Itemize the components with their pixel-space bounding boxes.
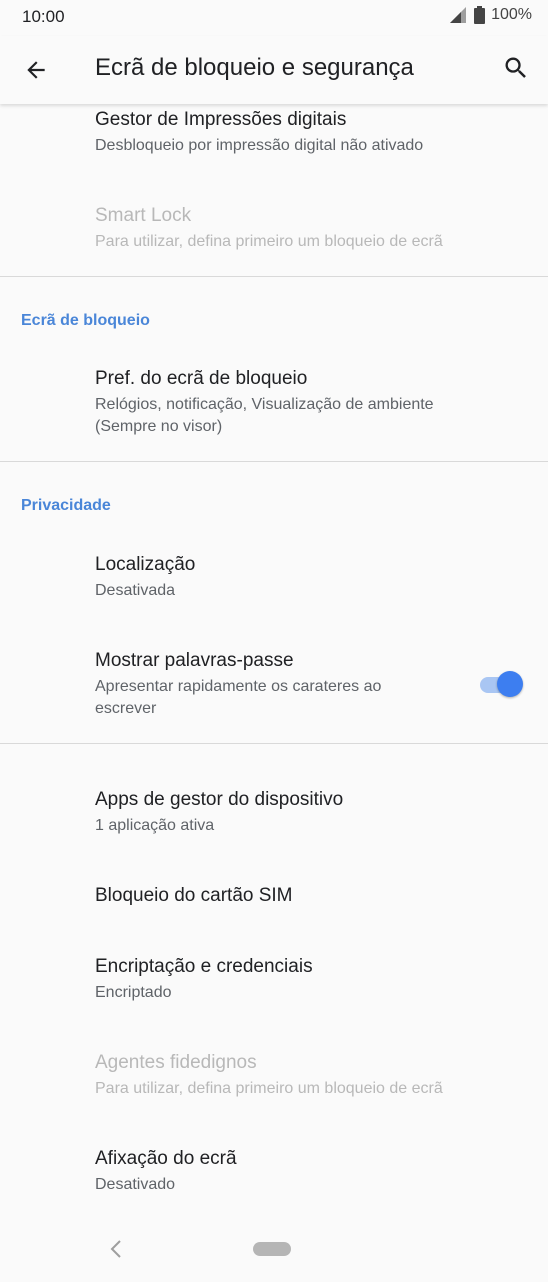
item-subtitle: Encriptado (95, 984, 172, 1001)
arrow-back-icon (27, 61, 45, 79)
section-header-lock-screen: Ecrã de bloqueio (21, 312, 150, 329)
item-subtitle: Apresentar rapidamente os carateres ao e… (95, 676, 465, 720)
item-subtitle: Para utilizar, defina primeiro um bloque… (95, 233, 443, 250)
divider (0, 461, 548, 462)
item-subtitle: Para utilizar, defina primeiro um bloque… (95, 1080, 443, 1097)
item-title: Agentes fidedignos (95, 1052, 257, 1073)
item-title: Gestor de Impressões digitais (95, 109, 347, 130)
nav-home-pill[interactable] (253, 1242, 291, 1256)
sim-card-lock-item[interactable]: Bloqueio do cartão SIM (95, 884, 515, 908)
item-subtitle: 1 aplicação ativa (95, 817, 215, 834)
item-subtitle-line2: escrever (95, 700, 157, 717)
item-subtitle: Desativado (95, 1176, 176, 1193)
show-passwords-item[interactable]: Mostrar palavras-passe Apresentar rapida… (95, 649, 465, 720)
nav-back-icon[interactable] (106, 1238, 128, 1260)
device-admin-apps-item[interactable]: Apps de gestor do dispositivo 1 aplicaçã… (95, 788, 515, 837)
item-subtitle: Desbloqueio por impressão digital não at… (95, 137, 424, 154)
item-title: Afixação do ecrã (95, 1148, 237, 1169)
section-header-privacy: Privacidade (21, 497, 111, 514)
item-title: Mostrar palavras-passe (95, 650, 294, 671)
status-bar: 10:00 100% (0, 0, 548, 36)
search-button[interactable] (500, 52, 532, 84)
battery-percent: 100% (491, 6, 532, 23)
item-subtitle: Relógios, notificação, Visualização de a… (95, 394, 515, 438)
item-title: Smart Lock (95, 205, 192, 226)
status-time: 10:00 (22, 7, 65, 26)
location-item[interactable]: Localização Desativada (95, 553, 515, 602)
screen-pinning-item[interactable]: Afixação do ecrã Desativado (95, 1147, 515, 1196)
divider (0, 743, 548, 744)
show-passwords-toggle[interactable] (480, 669, 524, 699)
encryption-credentials-item[interactable]: Encriptação e credenciais Encriptado (95, 955, 515, 1004)
page-title: Ecrã de bloqueio e segurança (95, 54, 414, 81)
divider (0, 276, 548, 277)
item-title: Pref. do ecrã de bloqueio (95, 368, 308, 389)
item-title: Localização (95, 554, 196, 575)
lock-screen-prefs-item[interactable]: Pref. do ecrã de bloqueio Relógios, noti… (95, 367, 515, 438)
back-button[interactable] (20, 54, 52, 86)
item-title: Bloqueio do cartão SIM (95, 885, 293, 906)
fingerprint-manager-item[interactable]: Gestor de Impressões digitais Desbloquei… (95, 108, 515, 157)
status-icons: 100% (450, 6, 532, 24)
item-title: Apps de gestor do dispositivo (95, 789, 344, 810)
search-icon (505, 57, 526, 78)
item-title: Encriptação e credenciais (95, 956, 313, 977)
toggle-thumb (497, 671, 523, 697)
item-subtitle-line1: Apresentar rapidamente os carateres ao (95, 678, 382, 695)
navigation-bar (0, 1218, 548, 1282)
battery-icon (474, 6, 486, 24)
item-subtitle-line1: Relógios, notificação, Visualização de a… (95, 396, 434, 413)
signal-icon (450, 7, 467, 23)
smart-lock-item: Smart Lock Para utilizar, defina primeir… (95, 204, 515, 253)
item-subtitle: Desativada (95, 582, 176, 599)
app-bar: Ecrã de bloqueio e segurança (0, 36, 548, 104)
item-subtitle-line2: (Sempre no visor) (95, 418, 223, 435)
trust-agents-item: Agentes fidedignos Para utilizar, defina… (95, 1051, 515, 1100)
